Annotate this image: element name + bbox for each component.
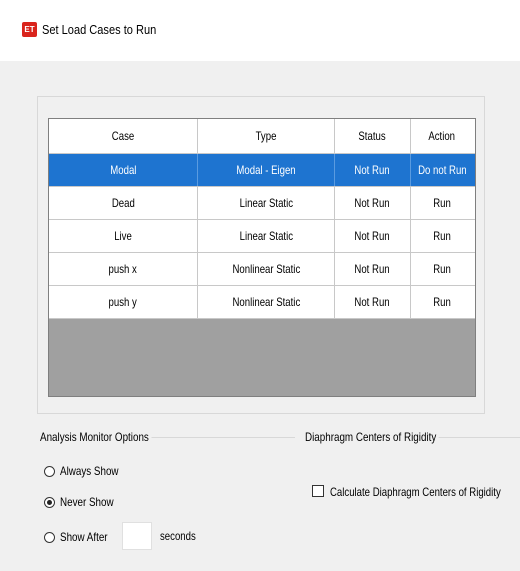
always-show-radio[interactable]: Always Show [44,464,131,478]
never-show-label: Never Show [60,495,114,509]
radio-icon[interactable] [44,531,55,543]
calculate-diaphragm-checkbox[interactable] [312,485,324,497]
radio-checked-icon[interactable] [44,496,55,508]
case-cell[interactable]: push x [49,253,198,285]
table-row[interactable]: Dead Linear Static Not Run Run [49,187,475,220]
action-cell[interactable]: Do not Run [411,154,473,186]
table-row[interactable]: push y Nonlinear Static Not Run Run [49,286,475,319]
monitor-group-title: Analysis Monitor Options [40,430,152,444]
case-cell[interactable]: Modal [49,154,198,186]
header-case[interactable]: Case [49,119,198,153]
load-cases-table[interactable]: Case Type Status Action Modal Modal - Ei… [48,118,476,397]
header-action[interactable]: Action [411,119,473,153]
status-cell[interactable]: Not Run [335,253,411,285]
calculate-diaphragm-label: Calculate Diaphragm Centers of Rigidity [330,485,501,499]
seconds-label: seconds [160,529,196,543]
always-show-label: Always Show [60,464,119,478]
type-cell[interactable]: Nonlinear Static [198,253,335,285]
case-cell[interactable]: push y [49,286,198,318]
type-cell[interactable]: Nonlinear Static [198,286,335,318]
seconds-input[interactable] [122,522,152,550]
case-cell[interactable]: Live [49,220,198,252]
type-cell[interactable]: Modal - Eigen [198,154,335,186]
table-header-row: Case Type Status Action [49,119,475,154]
type-cell[interactable]: Linear Static [198,187,335,219]
app-icon: ET [22,22,37,37]
action-cell[interactable]: Run [411,286,473,318]
show-after-radio[interactable]: Show After [44,530,118,544]
table-row[interactable]: push x Nonlinear Static Not Run Run [49,253,475,286]
action-cell[interactable]: Run [411,220,473,252]
show-after-label: Show After [60,530,108,544]
table-row[interactable]: Modal Modal - Eigen Not Run Do not Run [49,154,475,187]
type-cell[interactable]: Linear Static [198,220,335,252]
status-cell[interactable]: Not Run [335,154,411,186]
header-status[interactable]: Status [335,119,411,153]
diaphragm-group-title: Diaphragm Centers of Rigidity [305,430,439,444]
action-cell[interactable]: Run [411,253,473,285]
never-show-radio[interactable]: Never Show [44,495,125,509]
status-cell[interactable]: Not Run [335,220,411,252]
window-title: Set Load Cases to Run [42,22,157,37]
action-cell[interactable]: Run [411,187,473,219]
radio-icon[interactable] [44,465,55,477]
status-cell[interactable]: Not Run [335,286,411,318]
title-bar: ET Set Load Cases to Run [0,0,520,61]
status-cell[interactable]: Not Run [335,187,411,219]
table-row[interactable]: Live Linear Static Not Run Run [49,220,475,253]
header-type[interactable]: Type [198,119,335,153]
case-cell[interactable]: Dead [49,187,198,219]
